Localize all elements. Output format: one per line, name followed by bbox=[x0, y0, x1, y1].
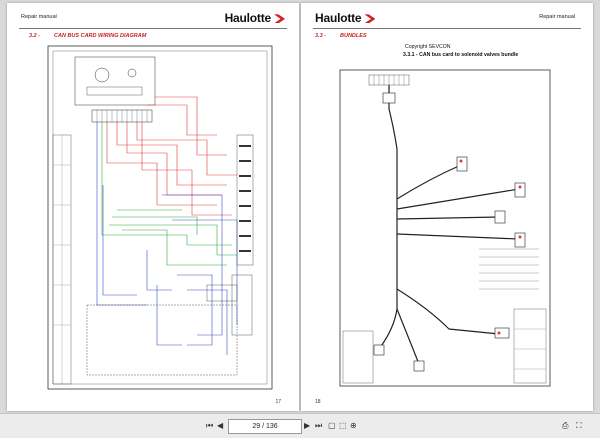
page-number-input[interactable]: 29 / 136 bbox=[228, 419, 302, 434]
next-page-icon[interactable]: ▶ bbox=[304, 420, 310, 431]
section-heading: 3.2 - CAN BUS CARD WIRING DIAGRAM bbox=[29, 33, 147, 39]
zoom-icon[interactable]: ⊕ bbox=[350, 420, 357, 431]
copyright-note: Copyright SEVCON bbox=[405, 44, 451, 50]
prev-page-icon[interactable]: ◀ bbox=[217, 420, 223, 431]
page-number: 18 bbox=[315, 399, 321, 405]
running-header: Repair manual bbox=[21, 14, 57, 20]
last-page-icon[interactable]: ⏭ bbox=[315, 420, 322, 431]
fullscreen-icon[interactable]: ⛶ bbox=[576, 420, 582, 431]
header-rule bbox=[19, 28, 287, 29]
bundle-drawing bbox=[339, 69, 551, 387]
running-header: Repair manual bbox=[539, 14, 575, 20]
section-heading: 3.3 - BUNDLES bbox=[315, 33, 367, 39]
print-icon[interactable]: ⎙ bbox=[562, 420, 568, 431]
fit-page-icon[interactable]: ▢ bbox=[328, 420, 336, 431]
haulotte-logo: Haulotte bbox=[315, 11, 376, 25]
fit-width-icon[interactable]: ⬚ bbox=[339, 420, 347, 431]
page-18: Haulotte Repair manual 3.3 - BUNDLES Copy… bbox=[301, 3, 593, 411]
haulotte-logo: Haulotte bbox=[225, 11, 285, 25]
page-number: 17 bbox=[275, 399, 281, 405]
first-page-icon[interactable]: ⏮ bbox=[206, 420, 213, 431]
viewer-toolbar: ⏮ ◀ 29 / 136 ▶ ⏭ ▢ ⬚ ⊕ ⎙ ⛶ bbox=[0, 413, 600, 438]
subsection-heading: 3.3.1 - CAN bus card to solenoid valves … bbox=[403, 52, 519, 58]
wiring-diagram bbox=[47, 45, 273, 390]
page-17: Repair manual Haulotte 3.2 - CAN BUS CARD… bbox=[7, 3, 299, 411]
header-rule bbox=[313, 28, 581, 29]
